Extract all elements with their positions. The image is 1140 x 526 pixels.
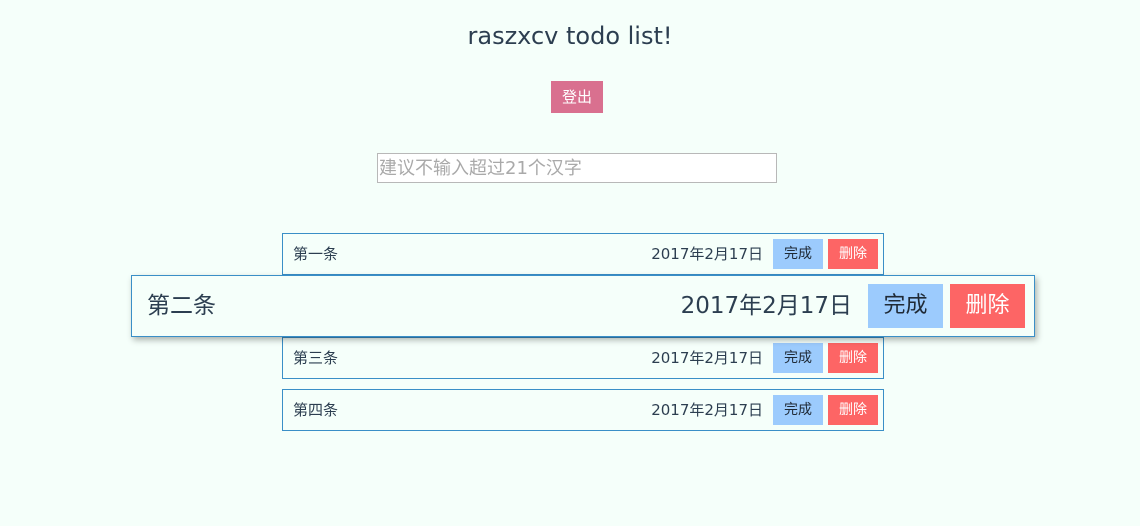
complete-button[interactable]: 完成 (773, 343, 823, 373)
todo-text: 第三条 (293, 349, 339, 367)
todo-date: 2017年2月17日 (651, 245, 763, 263)
logout-button[interactable]: 登出 (551, 81, 603, 113)
todo-item-hovered: 第二条 2017年2月17日 完成 删除 (131, 275, 1035, 337)
todo-item: 第四条 2017年2月17日 完成 删除 (282, 389, 884, 431)
todo-text: 第一条 (293, 245, 339, 263)
complete-button[interactable]: 完成 (773, 395, 823, 425)
delete-button[interactable]: 删除 (828, 239, 878, 269)
delete-button[interactable]: 删除 (950, 284, 1025, 328)
page-title: raszxcv todo list! (467, 22, 673, 50)
delete-button[interactable]: 删除 (828, 343, 878, 373)
todo-text: 第二条 (147, 293, 216, 319)
delete-button[interactable]: 删除 (828, 395, 878, 425)
todo-date: 2017年2月17日 (680, 293, 852, 319)
complete-button[interactable]: 完成 (868, 284, 943, 328)
todo-item: 第三条 2017年2月17日 完成 删除 (282, 337, 884, 379)
todo-item: 第一条 2017年2月17日 完成 删除 (282, 233, 884, 275)
todo-date: 2017年2月17日 (651, 349, 763, 367)
complete-button[interactable]: 完成 (773, 239, 823, 269)
todo-input[interactable] (377, 153, 777, 183)
todo-date: 2017年2月17日 (651, 401, 763, 419)
todo-text: 第四条 (293, 401, 339, 419)
